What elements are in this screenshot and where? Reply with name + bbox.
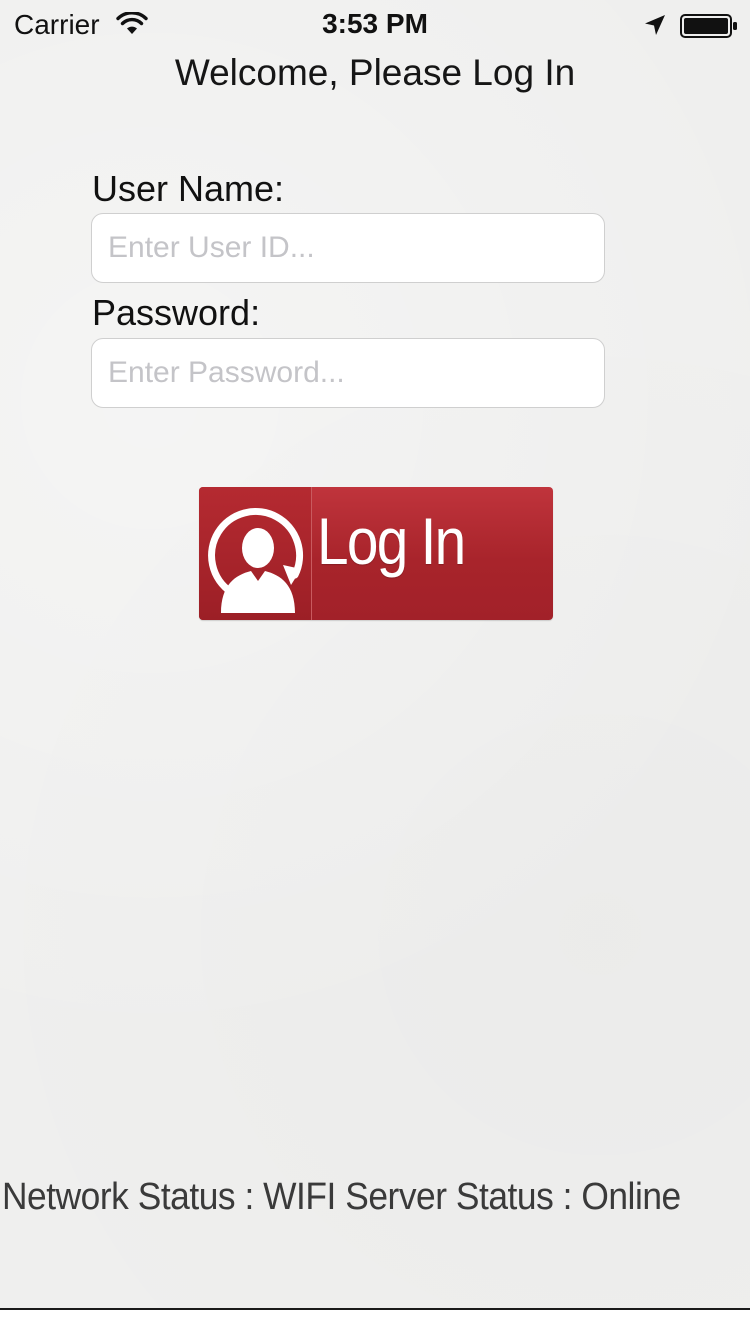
password-input[interactable] [91,338,605,408]
login-screen: Carrier 3:53 PM Welcome, Please Log In U… [0,0,750,1336]
location-arrow-icon [645,15,665,35]
battery-icon [680,14,737,38]
login-button-icon-panel [199,487,312,620]
user-refresh-icon [208,508,304,613]
bottom-bar [0,1308,750,1336]
login-button-label: Log In [317,504,466,578]
status-bar: Carrier 3:53 PM [0,0,750,50]
network-status-text: Network Status : WIFI Server Status : On… [2,1176,681,1218]
login-button[interactable]: Log In [199,487,553,620]
clock: 3:53 PM [322,8,428,39]
password-label: Password: [92,292,261,333]
username-label: User Name: [92,168,285,209]
page-title: Welcome, Please Log In [174,52,576,93]
username-input[interactable] [91,213,605,283]
